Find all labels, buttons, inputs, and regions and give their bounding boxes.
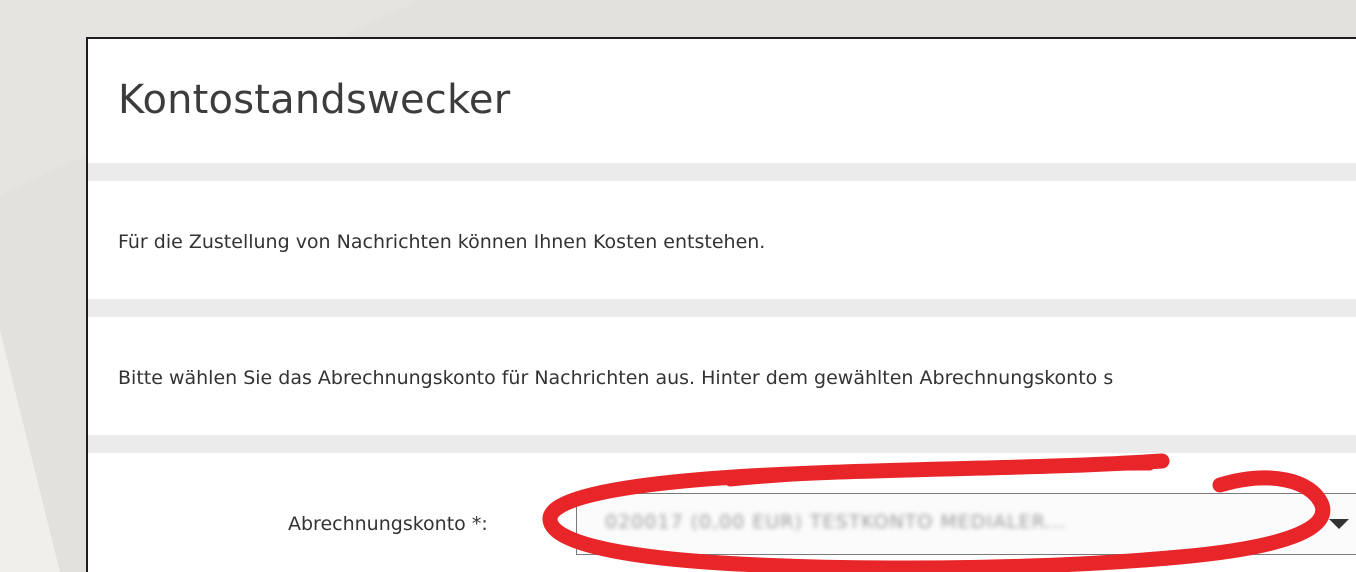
account-select-value: 020017 (0,00 EUR) TESTKONTO MEDIALER... bbox=[605, 511, 1067, 533]
screenshot-stage: Kontostandswecker Für die Zustellung von… bbox=[0, 0, 1356, 572]
section-divider bbox=[88, 299, 1356, 317]
chevron-down-icon[interactable] bbox=[1329, 519, 1349, 529]
section-divider bbox=[88, 435, 1356, 453]
account-select[interactable]: 020017 (0,00 EUR) TESTKONTO MEDIALER... bbox=[576, 493, 1356, 555]
cost-notice-text: Für die Zustellung von Nachrichten könne… bbox=[118, 231, 766, 253]
account-field-label: Abrechnungskonto *: bbox=[288, 513, 488, 535]
section-divider bbox=[88, 163, 1356, 181]
title-row: Kontostandswecker bbox=[88, 39, 1356, 163]
page-title: Kontostandswecker bbox=[118, 77, 511, 123]
instruction-text: Bitte wählen Sie das Abrechnungskonto fü… bbox=[118, 367, 1114, 389]
kontostandswecker-panel: Kontostandswecker Für die Zustellung von… bbox=[86, 37, 1356, 572]
